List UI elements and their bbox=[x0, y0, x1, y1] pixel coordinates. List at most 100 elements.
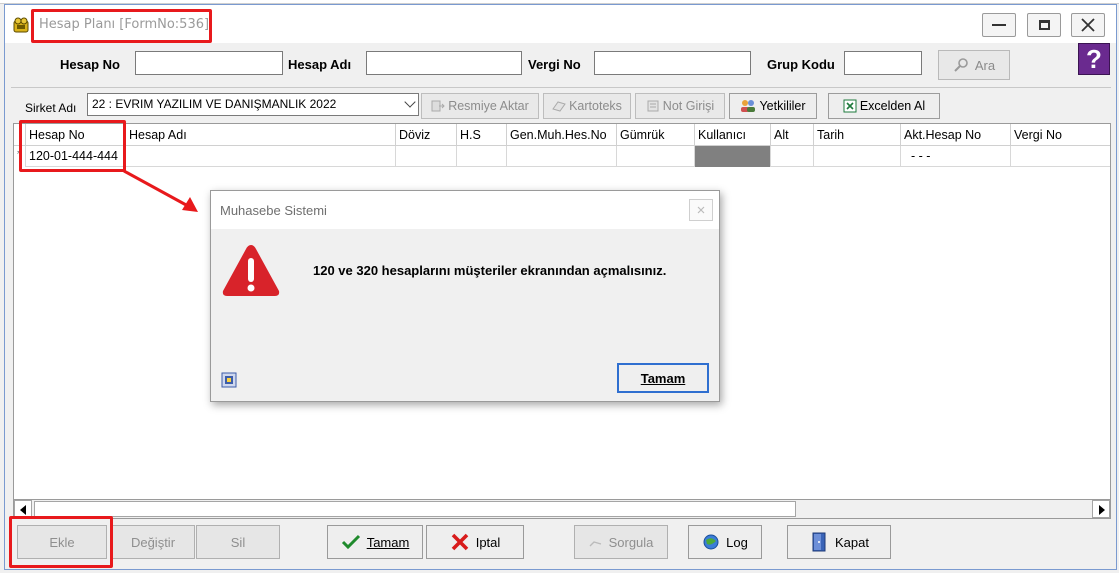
dialog-help-icon[interactable] bbox=[221, 372, 237, 388]
cell-hs[interactable] bbox=[457, 146, 507, 167]
cancel-x-icon bbox=[451, 533, 468, 551]
grup-kodu-label: Grup Kodu bbox=[767, 57, 835, 72]
hesap-no-label: Hesap No bbox=[60, 57, 120, 72]
search-icon bbox=[954, 58, 968, 72]
sorgula-label: Sorgula bbox=[608, 534, 654, 550]
warning-icon bbox=[222, 245, 280, 296]
dialog-ok-button[interactable]: Tamam bbox=[617, 363, 709, 393]
tamam-button[interactable]: Tamam bbox=[327, 525, 423, 559]
excelden-al-label: Excelden Al bbox=[859, 99, 926, 113]
card-file-icon bbox=[552, 101, 566, 112]
row-marker-header bbox=[14, 124, 26, 146]
iptal-label: Iptal bbox=[475, 534, 501, 550]
users-icon bbox=[741, 100, 756, 112]
col-hesap-adi[interactable]: Hesap Adı bbox=[126, 124, 396, 146]
col-alt[interactable]: Alt bbox=[771, 124, 814, 146]
close-icon bbox=[1081, 18, 1095, 32]
not-girisi-button[interactable]: Not Girişi bbox=[635, 93, 725, 119]
dialog-message: 120 ve 320 hesaplarını müşteriler ekranı… bbox=[313, 263, 667, 278]
resmiye-aktar-label: Resmiye Aktar bbox=[448, 99, 529, 113]
table-row[interactable]: 120-01-444-444 - - - bbox=[26, 146, 1110, 167]
cell-akt-hesap-no[interactable]: - - - bbox=[901, 146, 1011, 167]
degistir-label: Değiştir bbox=[130, 534, 176, 550]
note-icon bbox=[647, 100, 659, 112]
search-bar: Hesap No Hesap Adı Vergi No Grup Kodu Ar… bbox=[5, 45, 1116, 89]
kapat-button[interactable]: Kapat bbox=[787, 525, 891, 559]
minimize-icon bbox=[992, 24, 1006, 26]
cell-kullanici[interactable] bbox=[695, 146, 771, 167]
hesap-adi-input[interactable] bbox=[366, 51, 522, 75]
sirket-select-value: 22 : EVRIM YAZILIM VE DANIŞMANLIK 2022 bbox=[92, 97, 337, 111]
log-label: Log bbox=[726, 534, 748, 550]
dialog-title: Muhasebe Sistemi bbox=[220, 203, 327, 218]
hesap-adi-label: Hesap Adı bbox=[288, 57, 352, 72]
minimize-button[interactable] bbox=[982, 13, 1016, 37]
cell-doviz[interactable] bbox=[396, 146, 457, 167]
query-icon bbox=[589, 541, 601, 547]
not-girisi-label: Not Girişi bbox=[662, 99, 715, 113]
help-icon[interactable]: ? bbox=[1078, 43, 1110, 75]
log-button[interactable]: Log bbox=[688, 525, 762, 559]
close-button[interactable] bbox=[1071, 13, 1105, 37]
excelden-al-button[interactable]: Excelden Al bbox=[828, 93, 940, 119]
window-title: Hesap Planı [FormNo:536] bbox=[39, 17, 210, 32]
col-gumruk[interactable]: Gümrük bbox=[617, 124, 695, 146]
sil-button[interactable]: Sil bbox=[196, 525, 280, 559]
arrow-left-icon bbox=[20, 505, 26, 515]
maximize-button[interactable] bbox=[1027, 13, 1061, 37]
col-akt-hesap-no[interactable]: Akt.Hesap No bbox=[901, 124, 1011, 146]
chevron-down-icon bbox=[404, 96, 416, 108]
kartoteks-button[interactable]: Kartoteks bbox=[543, 93, 631, 119]
horizontal-scrollbar[interactable] bbox=[13, 499, 1111, 519]
sil-label: Sil bbox=[230, 534, 246, 550]
vergi-no-input[interactable] bbox=[594, 51, 751, 75]
col-kullanici[interactable]: Kullanıcı bbox=[695, 124, 771, 146]
cell-hesap-no[interactable]: 120-01-444-444 bbox=[26, 146, 126, 167]
close-icon bbox=[697, 206, 705, 214]
yetkililer-button[interactable]: Yetkililer bbox=[729, 93, 817, 119]
grid-header: Hesap No Hesap Adı Döviz H.S Gen.Muh.Hes… bbox=[14, 124, 1110, 146]
cell-tarih[interactable] bbox=[814, 146, 901, 167]
sirket-adi-label: Sirket Adı bbox=[25, 101, 77, 115]
maximize-icon bbox=[1038, 20, 1050, 30]
scroll-left-button[interactable] bbox=[14, 500, 32, 518]
resmiye-aktar-button[interactable]: Resmiye Aktar bbox=[421, 93, 539, 119]
col-hesap-no[interactable]: Hesap No bbox=[26, 124, 126, 146]
sorgula-button[interactable]: Sorgula bbox=[574, 525, 668, 559]
cell-hesap-adi[interactable] bbox=[126, 146, 396, 167]
grup-kodu-input[interactable] bbox=[844, 51, 922, 75]
dialog-close-button[interactable] bbox=[689, 199, 713, 221]
sirket-select[interactable]: 22 : EVRIM YAZILIM VE DANIŞMANLIK 2022 bbox=[87, 93, 419, 116]
degistir-button[interactable]: Değiştir bbox=[111, 525, 195, 559]
screen: Hesap Planı [FormNo:536] Hesap No Hesap … bbox=[0, 0, 1119, 573]
yetkililer-label: Yetkililer bbox=[759, 99, 806, 113]
kartoteks-label: Kartoteks bbox=[569, 99, 622, 113]
hesap-no-input[interactable] bbox=[135, 51, 283, 75]
col-hs[interactable]: H.S bbox=[457, 124, 507, 146]
tamam-label: Tamam bbox=[366, 534, 410, 550]
ara-button[interactable]: Ara bbox=[938, 50, 1010, 80]
scroll-right-button[interactable] bbox=[1092, 500, 1110, 518]
ekle-label: Ekle bbox=[49, 534, 75, 550]
app-icon bbox=[13, 17, 29, 33]
col-vergi-no[interactable]: Vergi No bbox=[1011, 124, 1110, 146]
message-dialog: Muhasebe Sistemi 120 ve 320 hesaplarını … bbox=[210, 190, 720, 402]
window-titlebar[interactable]: Hesap Planı [FormNo:536] bbox=[5, 5, 1116, 43]
iptal-button[interactable]: Iptal bbox=[426, 525, 524, 559]
ara-label: Ara bbox=[974, 57, 996, 73]
vergi-no-label: Vergi No bbox=[528, 57, 581, 72]
log-globe-icon bbox=[703, 534, 719, 550]
divider bbox=[11, 87, 1111, 88]
scroll-thumb[interactable] bbox=[34, 501, 796, 517]
col-doviz[interactable]: Döviz bbox=[396, 124, 457, 146]
dialog-ok-label: Tamam bbox=[640, 370, 686, 386]
cell-gumruk[interactable] bbox=[617, 146, 695, 167]
ekle-button[interactable]: Ekle bbox=[17, 525, 107, 559]
cell-alt[interactable] bbox=[771, 146, 814, 167]
dialog-titlebar[interactable]: Muhasebe Sistemi bbox=[211, 191, 719, 229]
cell-gen-muh-hes-no[interactable] bbox=[507, 146, 617, 167]
col-gen-muh-hes-no[interactable]: Gen.Muh.Hes.No bbox=[507, 124, 617, 146]
col-tarih[interactable]: Tarih bbox=[814, 124, 901, 146]
exit-door-icon bbox=[812, 532, 826, 552]
cell-vergi-no[interactable] bbox=[1011, 146, 1110, 167]
